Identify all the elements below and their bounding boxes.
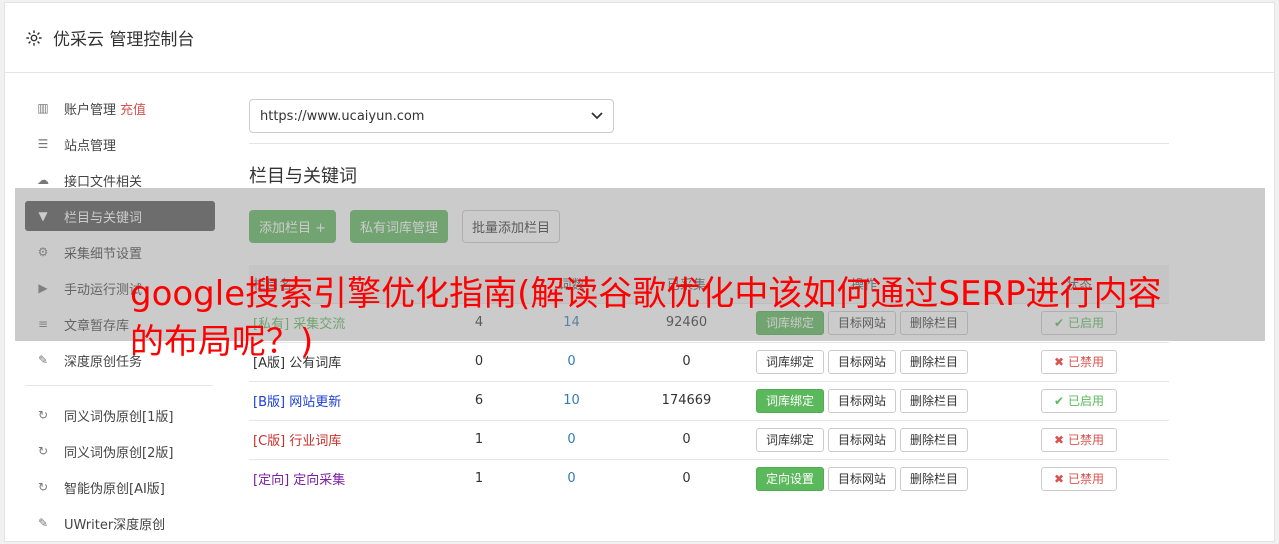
column-name[interactable]: 网站更新 — [289, 395, 341, 410]
target-site-button[interactable]: 目标网站 — [827, 388, 896, 413]
check-icon: ✔ — [1054, 393, 1065, 408]
site-select-value: https://www.ucaiyun.com — [260, 108, 425, 124]
count-b-cell[interactable]: 0 — [509, 458, 634, 498]
column-tag: [B版] — [253, 395, 286, 410]
status-toggle[interactable]: ✖ 已禁用 — [1041, 466, 1117, 491]
refresh-icon: ↻ — [37, 408, 49, 422]
status-label: 已禁用 — [1067, 471, 1104, 486]
bind-lexicon-button[interactable]: 定向设置 — [755, 466, 824, 491]
status-cell: ✖ 已禁用 — [989, 458, 1169, 498]
edit-icon: ✎ — [37, 516, 49, 530]
status-toggle[interactable]: ✖ 已禁用 — [1041, 427, 1117, 452]
sidebar-item-label: 接口文件相关 — [64, 174, 143, 190]
bar-chart-icon: ▥ — [37, 101, 49, 115]
cloud-upload-icon: ☁ — [37, 173, 49, 187]
sidebar-item-label: 站点管理 — [64, 138, 117, 154]
status-label: 已禁用 — [1067, 432, 1104, 447]
count-a-cell: 1 — [449, 458, 509, 498]
refresh-icon: ↻ — [37, 444, 49, 458]
site-select[interactable]: https://www.ucaiyun.com — [249, 99, 614, 133]
overlay-title: google搜索引擎优化指南(解读谷歌优化中该如何通过SERP进行内容的布局呢？… — [130, 274, 1162, 362]
page-header: 优采云 管理控制台 — [5, 3, 1274, 73]
delete-column-button[interactable]: 删除栏目 — [900, 427, 969, 452]
refresh-icon: ↻ — [37, 480, 49, 494]
status-cell: ✔ 已启用 — [989, 380, 1169, 420]
count-a-cell: 6 — [449, 380, 509, 420]
collected-cell: 174669 — [634, 380, 739, 420]
close-icon: ✖ — [1054, 432, 1065, 447]
collected-cell: 0 — [634, 458, 739, 498]
gear-icon — [26, 29, 42, 46]
divider — [249, 143, 1169, 144]
section-title: 栏目与关键词 — [249, 166, 357, 187]
sidebar-divider — [25, 385, 213, 386]
sidebar-item[interactable]: ▥ 账户管理 充值 — [25, 93, 215, 123]
recharge-link[interactable]: 充值 — [120, 99, 146, 118]
sidebar-item[interactable]: ↻ 智能伪原创[AI版] — [25, 472, 215, 502]
sidebar-item[interactable]: ↻ 同义词伪原创[2版] — [25, 436, 215, 466]
status-toggle[interactable]: ✔ 已启用 — [1041, 388, 1117, 413]
actions-cell: 词库绑定 目标网站 删除栏目 — [739, 380, 989, 420]
count-b-cell[interactable]: 10 — [509, 380, 634, 420]
close-icon: ✖ — [1054, 471, 1065, 486]
status-cell: ✖ 已禁用 — [989, 419, 1169, 459]
status-label: 已启用 — [1067, 393, 1104, 408]
sidebar-item-label: 账户管理 — [64, 102, 117, 118]
table-row: [定向] 定向采集 1 0 0 定向设置 目标网站 删除栏目 ✖ 已禁用 — [249, 458, 1169, 498]
delete-column-button[interactable]: 删除栏目 — [900, 466, 969, 491]
edit-icon: ✎ — [37, 353, 49, 367]
bind-lexicon-button[interactable]: 词库绑定 — [755, 427, 824, 452]
chevron-down-icon — [591, 112, 603, 120]
sidebar-item-label: 同义词伪原创[1版] — [64, 409, 174, 425]
column-name[interactable]: 定向采集 — [293, 473, 345, 488]
page-title: 优采云 管理控制台 — [53, 30, 195, 50]
target-site-button[interactable]: 目标网站 — [827, 466, 896, 491]
column-tag: [定向] — [253, 473, 290, 489]
table-row: [C版] 行业词库 1 0 0 词库绑定 目标网站 删除栏目 ✖ 已禁用 — [249, 419, 1169, 459]
collected-cell: 0 — [634, 419, 739, 459]
count-b-cell[interactable]: 0 — [509, 419, 634, 459]
column-name-cell: [B版] 网站更新 — [249, 380, 449, 420]
table-row: [B版] 网站更新 6 10 174669 词库绑定 目标网站 删除栏目 ✔ 已启用 — [249, 380, 1169, 420]
sidebar-item[interactable]: ✎ UWriter深度原创 — [25, 508, 215, 538]
bind-lexicon-button[interactable]: 词库绑定 — [755, 388, 824, 413]
sidebar-item-label: 智能伪原创[AI版] — [64, 481, 165, 497]
sidebar-item[interactable]: ↻ 同义词伪原创[1版] — [25, 400, 215, 430]
delete-column-button[interactable]: 删除栏目 — [900, 388, 969, 413]
actions-cell: 词库绑定 目标网站 删除栏目 — [739, 419, 989, 459]
actions-cell: 定向设置 目标网站 删除栏目 — [739, 458, 989, 498]
sidebar-item[interactable]: ☰ 站点管理 — [25, 129, 215, 159]
count-a-cell: 1 — [449, 419, 509, 459]
column-name-cell: [定向] 定向采集 — [249, 458, 449, 498]
column-name[interactable]: 行业词库 — [289, 434, 341, 449]
target-site-button[interactable]: 目标网站 — [827, 427, 896, 452]
server-icon: ☰ — [37, 137, 49, 151]
sidebar-item-label: 同义词伪原创[2版] — [64, 445, 174, 461]
column-name-cell: [C版] 行业词库 — [249, 419, 449, 459]
column-tag: [C版] — [253, 434, 286, 449]
